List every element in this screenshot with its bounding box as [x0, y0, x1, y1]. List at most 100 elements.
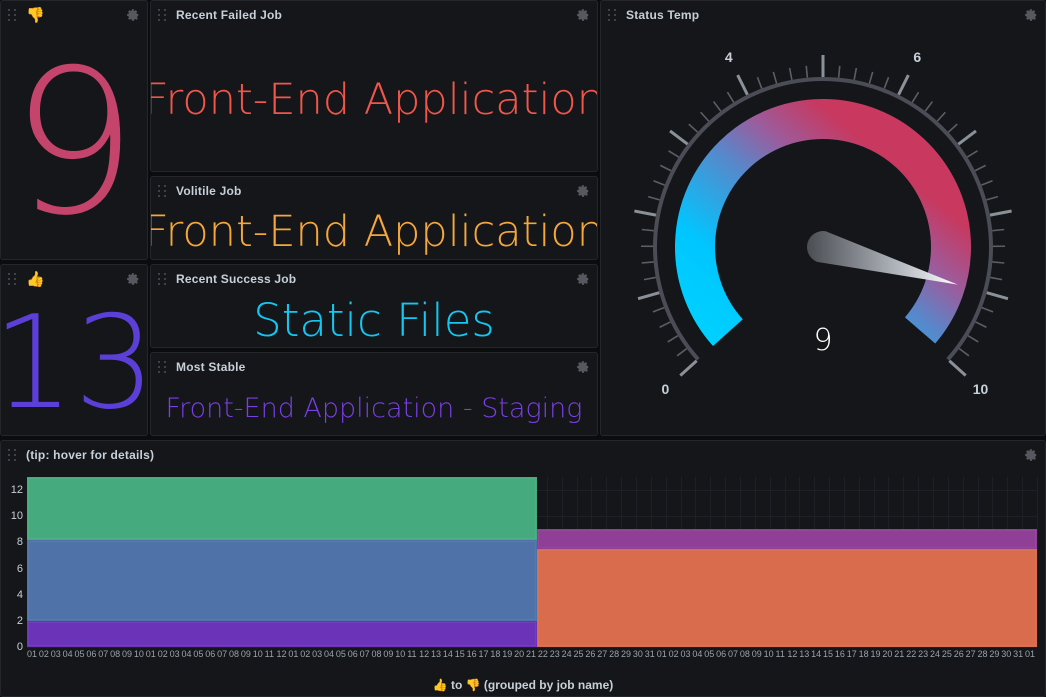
drag-handle-icon[interactable]: [158, 185, 168, 197]
gear-icon[interactable]: [576, 8, 590, 22]
x-axis-tick: 05: [193, 649, 204, 659]
x-axis-tick: 09: [383, 649, 394, 659]
x-axis-tick: 11: [264, 649, 274, 659]
svg-text:10: 10: [973, 381, 989, 397]
panel-body: Front-End Application - Staging: [151, 381, 597, 435]
drag-handle-icon[interactable]: [8, 449, 18, 461]
x-axis-tick: 01: [1025, 649, 1036, 659]
x-axis-tick: 02: [668, 649, 679, 659]
panel-recent-success-job[interactable]: Recent Success Job Static Files: [150, 264, 598, 348]
panel-title: (tip: hover for details): [26, 448, 155, 462]
x-axis-tick: 28: [977, 649, 988, 659]
x-axis-tick: 30: [632, 649, 643, 659]
drag-handle-icon[interactable]: [158, 273, 168, 285]
x-axis-tick: 14: [811, 649, 822, 659]
x-axis-tick: 11: [775, 649, 785, 659]
x-axis-tick: 15: [454, 649, 465, 659]
panel-activity-graph[interactable]: (tip: hover for details) 12 10 8 6 4 2 0 01 02 0…: [0, 440, 1046, 697]
x-axis-tick: 08: [371, 649, 382, 659]
y-axis-tick: 6: [16, 562, 23, 575]
x-axis-tick: 09: [240, 649, 251, 659]
drag-handle-icon[interactable]: [158, 361, 168, 373]
x-axis-tick: 01: [656, 649, 667, 659]
x-axis-tick: 08: [110, 649, 121, 659]
x-axis-tick: 18: [490, 649, 501, 659]
gear-icon[interactable]: [576, 184, 590, 198]
panel-title: Most Stable: [176, 360, 246, 374]
x-axis-tick: 02: [38, 649, 49, 659]
x-axis-tick: 07: [359, 649, 370, 659]
y-axis-tick: 0: [16, 641, 23, 653]
drag-handle-icon[interactable]: [608, 9, 618, 21]
drag-handle-icon[interactable]: [158, 9, 168, 21]
panel-failed-count[interactable]: 👎 9: [0, 0, 148, 260]
x-axis-tick: 27: [965, 649, 976, 659]
panel-volitile-job[interactable]: Volitile Job Front-End Application: [150, 176, 598, 260]
svg-text:0: 0: [662, 381, 670, 397]
graph-area[interactable]: 12 10 8 6 4 2 0 01 02 03 04 05 06 07 08 09 10 01 02 03 04 05…: [1, 469, 1045, 696]
x-axis-tick: 07: [98, 649, 109, 659]
panel-most-stable[interactable]: Most Stable Front-End Application - Stag…: [150, 352, 598, 436]
area-band: [537, 548, 1037, 647]
panel-body: 0246810 9: [601, 29, 1045, 435]
x-axis-tick: 10: [252, 649, 263, 659]
gear-icon[interactable]: [126, 8, 140, 22]
gear-icon[interactable]: [1024, 448, 1038, 462]
stat-value: Front-End Application - Staging: [165, 392, 583, 424]
panel-title: 👎: [26, 7, 45, 24]
area-band: [27, 620, 538, 647]
x-axis-tick: 15: [823, 649, 834, 659]
x-axis-tick: 18: [858, 649, 869, 659]
x-axis-tick: 02: [300, 649, 311, 659]
x-axis-tick: 07: [217, 649, 228, 659]
area-band: [27, 539, 538, 621]
x-axis-tick: 03: [680, 649, 691, 659]
x-axis-tick: 05: [74, 649, 85, 659]
area-band: [537, 529, 1037, 549]
x-axis-tick: 05: [704, 649, 715, 659]
x-axis-tick: 01: [288, 649, 299, 659]
gear-icon[interactable]: [576, 272, 590, 286]
x-axis-tick: 19: [870, 649, 881, 659]
panel-title: Recent Success Job: [176, 272, 297, 286]
panel-recent-failed-job[interactable]: Recent Failed Job Front-End Application: [150, 0, 598, 172]
gear-icon[interactable]: [126, 272, 140, 286]
gear-icon[interactable]: [1024, 8, 1038, 22]
x-axis-tick: 16: [834, 649, 845, 659]
panel-header: 👎: [1, 1, 147, 29]
x-axis-tick: 25: [573, 649, 584, 659]
x-axis-tick: 24: [561, 649, 572, 659]
x-axis-tick: 28: [609, 649, 620, 659]
x-axis-tick: 10: [395, 649, 406, 659]
x-axis-tick: 31: [1013, 649, 1024, 659]
x-axis-tick: 26: [953, 649, 964, 659]
x-axis-tick: 10: [763, 649, 774, 659]
stat-value: Front-End Application: [150, 74, 598, 125]
drag-handle-icon[interactable]: [8, 9, 18, 21]
x-axis-tick: 20: [882, 649, 893, 659]
x-axis-tick: 06: [716, 649, 727, 659]
gauge-svg: 0246810 9: [634, 49, 1012, 397]
x-axis-tick: 20: [514, 649, 525, 659]
svg-text:4: 4: [725, 49, 733, 65]
drag-handle-icon[interactable]: [8, 273, 18, 285]
panel-body: 13: [1, 293, 147, 435]
panel-success-count[interactable]: 👍 13: [0, 264, 148, 436]
gear-icon[interactable]: [576, 360, 590, 374]
plot-area[interactable]: [27, 477, 1038, 648]
svg-text:6: 6: [913, 49, 921, 65]
panel-body: Static Files: [151, 293, 597, 347]
panel-header: Recent Failed Job: [151, 1, 597, 29]
x-axis-tick: 27: [597, 649, 608, 659]
panel-title: Recent Failed Job: [176, 8, 283, 22]
gauge-widget: 0246810 9: [601, 29, 1045, 435]
x-axis-tick: 07: [727, 649, 738, 659]
x-axis-tick: 03: [312, 649, 323, 659]
x-axis-tick: 11: [407, 649, 417, 659]
panel-header: Most Stable: [151, 353, 597, 381]
panel-status-temp[interactable]: Status Temp 0 4 6 10 9: [600, 0, 1046, 436]
panel-header: (tip: hover for details): [1, 441, 1045, 469]
x-axis-tick: 23: [918, 649, 929, 659]
x-axis-tick: 03: [169, 649, 180, 659]
x-axis-tick: 05: [335, 649, 346, 659]
